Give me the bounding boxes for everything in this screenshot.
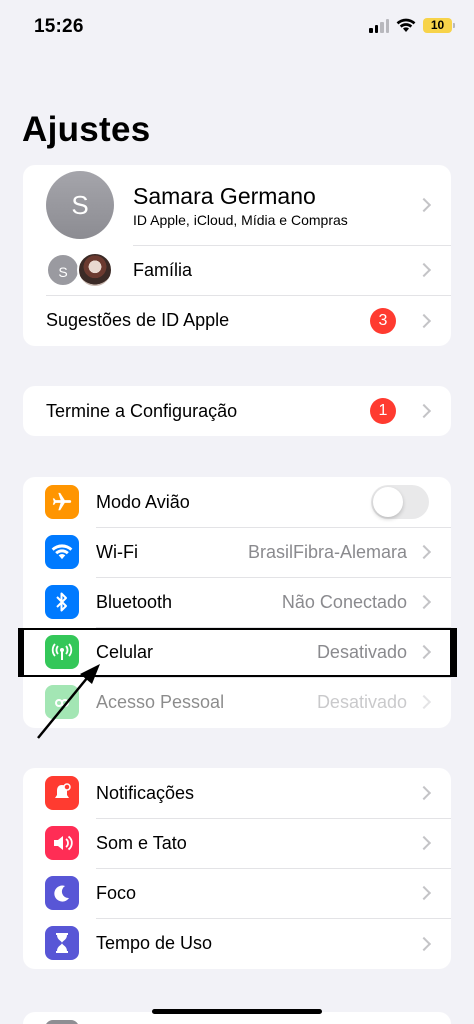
- chevron-right-icon: [416, 403, 432, 419]
- chevron-right-icon: [416, 785, 432, 801]
- account-subtitle: ID Apple, iCloud, Mídia e Compras: [133, 212, 348, 228]
- chevron-right-icon: [416, 694, 432, 710]
- account-name: Samara Germano: [133, 183, 316, 209]
- sound-haptics-row[interactable]: Som e Tato: [23, 818, 451, 868]
- chevron-right-icon: [416, 835, 432, 851]
- highlight-bar-right: [450, 628, 457, 677]
- airplane-mode-label: Modo Avião: [96, 491, 190, 512]
- notification-badge: 3: [370, 307, 396, 334]
- home-indicator[interactable]: [152, 1009, 322, 1014]
- finish-setup-row[interactable]: Termine a Configuração 1: [23, 386, 451, 436]
- notifications-card: Notificações Som e Tato Foco Tempo de Us…: [23, 768, 451, 969]
- chevron-right-icon: [416, 313, 432, 328]
- wifi-value: BrasilFibra-Alemara: [247, 541, 407, 562]
- wifi-label: Wi-Fi: [96, 541, 138, 562]
- status-time: 15:26: [34, 16, 84, 37]
- bluetooth-value: Não Conectado: [281, 591, 407, 612]
- notifications-row[interactable]: Notificações: [23, 768, 451, 818]
- notifications-label: Notificações: [96, 782, 195, 803]
- family-row[interactable]: S Família: [23, 245, 451, 295]
- toggle-knob: [373, 487, 403, 517]
- finish-setup-label: Termine a Configuração: [46, 400, 238, 421]
- airplane-mode-toggle[interactable]: [371, 485, 429, 519]
- chevron-right-icon: [416, 544, 432, 560]
- airplane-icon: [45, 485, 79, 519]
- focus-row[interactable]: Foco: [23, 868, 451, 918]
- highlight-bar-left: [18, 628, 24, 677]
- moon-icon: [45, 876, 79, 910]
- personal-hotspot-value: Desativado: [316, 691, 407, 712]
- screen-time-row[interactable]: Tempo de Uso: [23, 918, 451, 969]
- focus-label: Foco: [96, 882, 137, 903]
- screen-time-label: Tempo de Uso: [96, 933, 213, 953]
- sound-haptics-label: Som e Tato: [96, 832, 187, 853]
- page-title: Ajustes: [22, 110, 151, 149]
- speaker-icon: [45, 826, 79, 860]
- suggestions-label: Sugestões de ID Apple: [46, 310, 230, 330]
- wifi-icon: [45, 535, 79, 569]
- bluetooth-row[interactable]: Bluetooth Não Conectado: [23, 577, 451, 627]
- family-label: Família: [133, 259, 193, 280]
- family-member-photo: [77, 252, 113, 288]
- status-bar: 15:26 10: [0, 0, 474, 56]
- personal-hotspot-label: Acesso Pessoal: [96, 691, 225, 712]
- cellular-signal-icon: [369, 18, 389, 33]
- wifi-status-icon: [396, 18, 416, 32]
- family-avatar: S: [46, 253, 80, 287]
- chevron-right-icon: [416, 197, 432, 213]
- apple-id-suggestions-row[interactable]: Sugestões de ID Apple 3: [23, 295, 451, 346]
- bluetooth-icon: [45, 585, 79, 619]
- setup-card: Termine a Configuração 1: [23, 386, 451, 436]
- hourglass-icon: [45, 926, 79, 960]
- bluetooth-label: Bluetooth: [96, 591, 173, 612]
- status-icons: 10: [369, 18, 455, 33]
- apple-id-row[interactable]: S Samara Germano ID Apple, iCloud, Mídia…: [23, 165, 451, 245]
- battery-icon: 10: [423, 18, 455, 33]
- avatar: S: [46, 171, 114, 239]
- chevron-right-icon: [416, 885, 432, 901]
- chevron-right-icon: [416, 594, 432, 610]
- chevron-right-icon: [416, 936, 432, 951]
- chevron-right-icon: [416, 262, 432, 278]
- wifi-row[interactable]: Wi-Fi BrasilFibra-Alemara: [23, 527, 451, 577]
- gear-icon: [45, 1020, 79, 1024]
- notification-badge: 1: [370, 398, 396, 424]
- bell-icon: [45, 776, 79, 810]
- airplane-mode-row: Modo Avião: [23, 477, 451, 527]
- account-card: S Samara Germano ID Apple, iCloud, Mídia…: [23, 165, 451, 346]
- annotation-arrow-icon: [37, 664, 100, 739]
